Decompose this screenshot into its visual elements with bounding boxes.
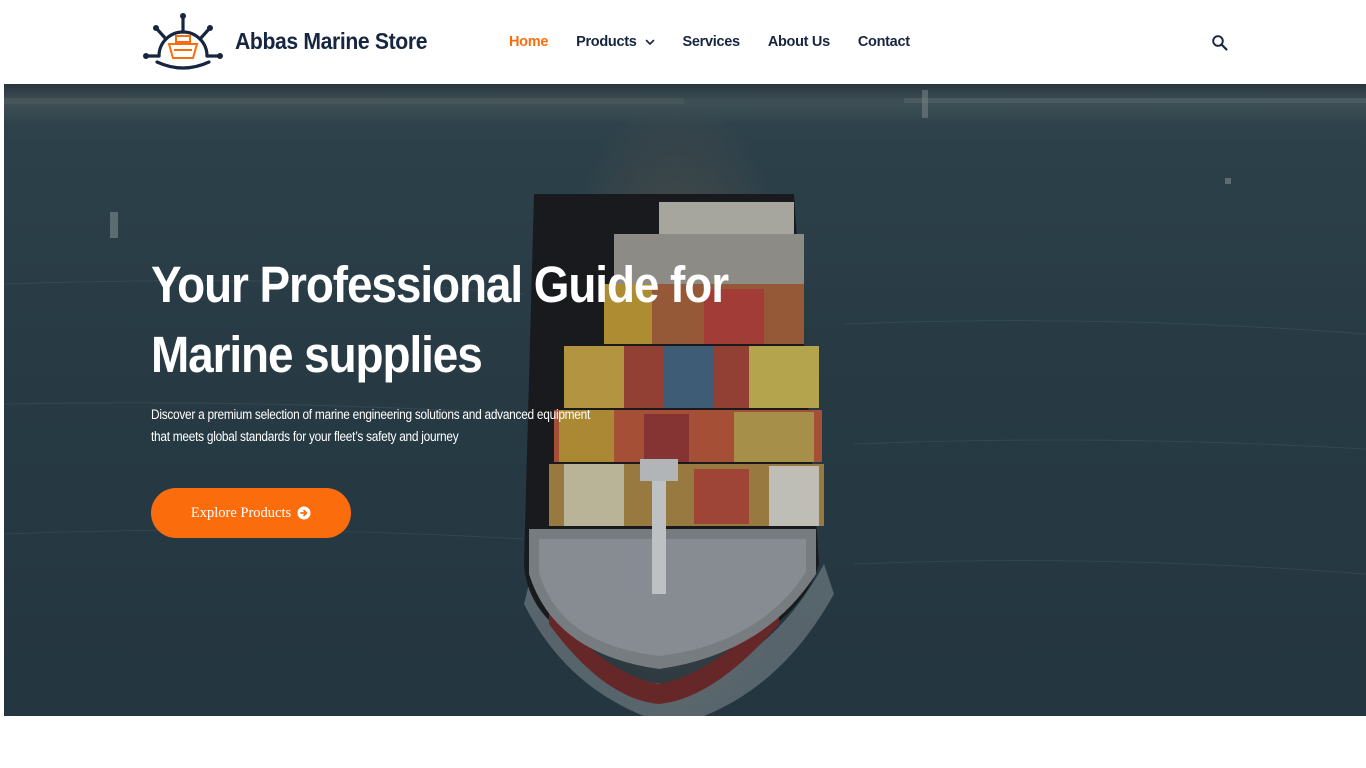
arrow-circle-right-icon [297, 506, 311, 520]
ship-wheel-icon [143, 13, 223, 70]
hero-subtitle: Discover a premium selection of marine e… [151, 407, 591, 444]
nav-services[interactable]: Services [682, 34, 741, 50]
hero-overlay [4, 84, 1366, 716]
nav-contact[interactable]: Contact [858, 34, 910, 50]
brand-name: Abbas Marine Store [235, 27, 428, 54]
explore-products-label: Explore Products [190, 504, 292, 521]
chevron-down-icon [645, 39, 654, 45]
nav-products-label: Products [576, 34, 637, 50]
nav-about-label: About Us [767, 34, 830, 50]
brand-logo-link[interactable]: Abbas Marine Store [143, 12, 444, 70]
explore-products-button[interactable]: Explore Products [151, 488, 351, 538]
site-header: Abbas Marine Store Home Products Service… [0, 0, 1366, 84]
main-nav: Home Products Services About Us Contact [509, 0, 938, 84]
nav-home[interactable]: Home [509, 34, 548, 50]
search-icon[interactable] [1211, 34, 1229, 52]
nav-about-us[interactable]: About Us [768, 34, 830, 50]
nav-services-label: Services [682, 34, 741, 50]
nav-contact-label: Contact [857, 34, 910, 50]
nav-products[interactable]: Products [576, 34, 654, 50]
hero-title: Your Professional Guide for Marine suppl… [151, 256, 729, 383]
nav-home-label: Home [509, 34, 549, 50]
hero-section: Your Professional Guide for Marine suppl… [4, 84, 1366, 716]
